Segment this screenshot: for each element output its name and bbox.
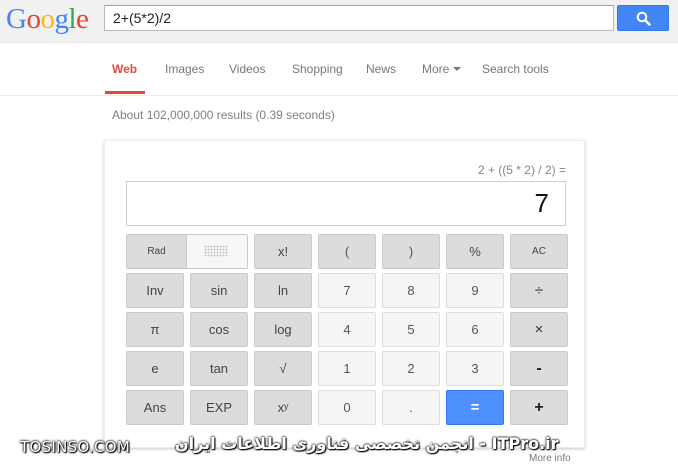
open-paren-key[interactable]: ( — [318, 234, 376, 269]
tab-web[interactable]: Web — [112, 62, 137, 76]
result-stats: About 102,000,000 results (0.39 seconds) — [112, 108, 335, 122]
search-icon — [636, 11, 651, 26]
digit-7-key[interactable]: 7 — [318, 273, 376, 308]
tab-images[interactable]: Images — [165, 62, 204, 76]
digit-4-key[interactable]: 4 — [318, 312, 376, 347]
search-nav: Web Images Videos Shopping News More Sea… — [0, 43, 678, 96]
ln-key[interactable]: ln — [254, 273, 312, 308]
digit-2-key[interactable]: 2 — [382, 351, 440, 386]
logo-letter: e — [76, 3, 89, 35]
decimal-key[interactable]: . — [382, 390, 440, 425]
calculator-expression: 2 + ((5 * 2) / 2) = — [477, 163, 566, 177]
logo-letter: o — [40, 3, 55, 35]
active-tab-underline — [105, 91, 145, 94]
close-paren-key[interactable]: ) — [382, 234, 440, 269]
sqrt-key[interactable]: √ — [254, 351, 312, 386]
subtract-key[interactable]: - — [510, 351, 568, 386]
deg-button[interactable] — [187, 235, 247, 268]
dropdown-caret-icon — [453, 66, 462, 71]
logo-letter: G — [6, 3, 27, 35]
logo-letter: g — [54, 3, 69, 35]
logo-letter: l — [68, 3, 77, 35]
tab-more-label: More — [422, 62, 450, 76]
digit-6-key[interactable]: 6 — [446, 312, 504, 347]
watermark-right: انجمن تخصصی فناوری اطلاعات ایران - ITPro… — [175, 434, 559, 453]
log-key[interactable]: log — [254, 312, 312, 347]
search-box[interactable] — [104, 5, 614, 31]
tab-news[interactable]: News — [366, 62, 396, 76]
tab-videos[interactable]: Videos — [229, 62, 265, 76]
search-button[interactable] — [617, 5, 669, 31]
header-bar: Google — [0, 0, 678, 43]
digit-0-key[interactable]: 0 — [318, 390, 376, 425]
digit-3-key[interactable]: 3 — [446, 351, 504, 386]
exp-key[interactable]: EXP — [190, 390, 248, 425]
angle-mode-toggle[interactable]: Rad — [126, 234, 248, 269]
digit-5-key[interactable]: 5 — [382, 312, 440, 347]
calculator-result: 7 — [534, 188, 549, 218]
multiply-key[interactable]: × — [510, 312, 568, 347]
google-logo[interactable]: Google — [6, 3, 89, 35]
euler-key[interactable]: e — [126, 351, 184, 386]
tab-more[interactable]: More — [422, 62, 462, 76]
digit-8-key[interactable]: 8 — [382, 273, 440, 308]
divide-key[interactable]: ÷ — [510, 273, 568, 308]
percent-key[interactable]: % — [446, 234, 504, 269]
calculator-card: 2 + ((5 * 2) / 2) = 7 Rad x! ( ) % AC In… — [104, 140, 585, 448]
deg-grip-icon — [204, 245, 228, 257]
sin-key[interactable]: sin — [190, 273, 248, 308]
more-info-link[interactable]: More info — [529, 453, 571, 464]
all-clear-key[interactable]: AC — [510, 234, 568, 269]
digit-1-key[interactable]: 1 — [318, 351, 376, 386]
equals-key[interactable]: = — [446, 390, 504, 425]
pi-key[interactable]: π — [126, 312, 184, 347]
digit-9-key[interactable]: 9 — [446, 273, 504, 308]
add-key[interactable]: + — [510, 390, 568, 425]
power-key[interactable]: xʸ — [254, 390, 312, 425]
inverse-key[interactable]: Inv — [126, 273, 184, 308]
cos-key[interactable]: cos — [190, 312, 248, 347]
search-input[interactable] — [105, 6, 613, 30]
logo-letter: o — [26, 3, 41, 35]
tab-search-tools[interactable]: Search tools — [482, 62, 549, 76]
tan-key[interactable]: tan — [190, 351, 248, 386]
factorial-key[interactable]: x! — [254, 234, 312, 269]
answer-key[interactable]: Ans — [126, 390, 184, 425]
calculator-display: 7 — [126, 181, 566, 226]
watermark-left: TOSINSO.COM — [20, 438, 131, 456]
tab-shopping[interactable]: Shopping — [292, 62, 343, 76]
rad-button[interactable]: Rad — [127, 235, 187, 268]
